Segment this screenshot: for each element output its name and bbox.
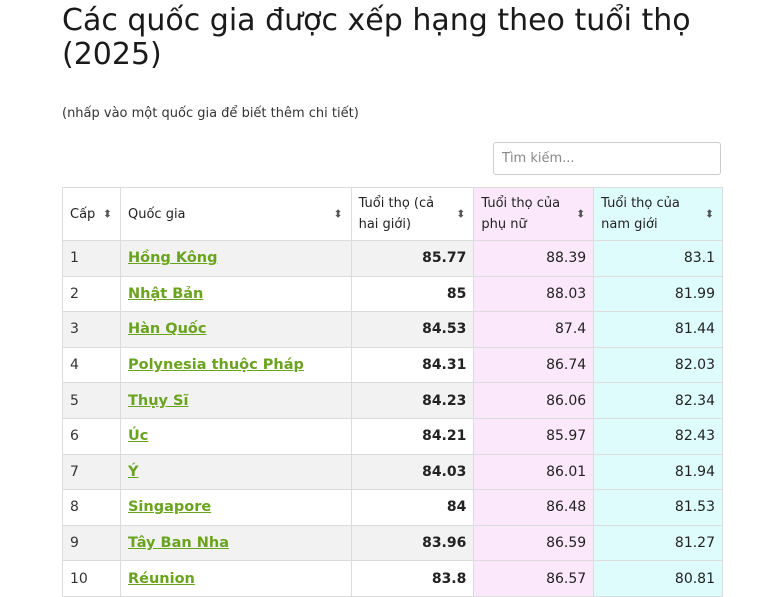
header-male[interactable]: Tuổi thọ của nam giới ⬍: [593, 187, 723, 241]
both-sexes-cell: 84.31: [350, 346, 475, 384]
country-link[interactable]: Thụy Sĩ: [128, 393, 188, 409]
country-link[interactable]: Ý: [128, 464, 139, 480]
both-sexes-cell: 84.03: [350, 453, 475, 491]
country-link[interactable]: Tây Ban Nha: [128, 535, 229, 551]
male-cell: 82.43: [593, 417, 723, 455]
male-cell: 82.34: [593, 382, 723, 419]
male-cell: 81.27: [593, 524, 723, 562]
country-cell: Tây Ban Nha: [119, 524, 352, 562]
table-row[interactable]: 4 Polynesia thuộc Pháp 84.31 86.74 82.03: [62, 346, 723, 384]
country-link[interactable]: Hồng Kông: [128, 250, 218, 266]
rank-cell: 6: [62, 417, 121, 455]
country-link[interactable]: Úc: [128, 428, 148, 444]
female-cell: 86.59: [473, 524, 595, 562]
rank-cell: 2: [62, 275, 121, 313]
sort-icon: ⬍: [333, 207, 343, 221]
header-country[interactable]: Quốc gia ⬍: [119, 187, 352, 241]
life-expectancy-table: Cấp ⬍ Quốc gia ⬍ Tuổi thọ (cả hai giới) ⬍ T…: [62, 187, 723, 597]
table-row[interactable]: 5 Thụy Sĩ 84.23 86.06 82.34: [62, 382, 723, 419]
rank-cell: 10: [62, 560, 121, 597]
both-sexes-cell: 84.21: [350, 417, 475, 455]
rank-cell: 1: [62, 240, 121, 277]
country-cell: Polynesia thuộc Pháp: [119, 346, 352, 384]
country-cell: Úc: [119, 417, 352, 455]
female-cell: 86.48: [473, 489, 595, 526]
country-cell: Hồng Kông: [119, 240, 352, 277]
rank-cell: 8: [62, 489, 121, 526]
country-cell: Nhật Bản: [119, 275, 352, 313]
country-cell: Singapore: [119, 489, 352, 526]
header-rank[interactable]: Cấp ⬍: [62, 187, 121, 241]
male-cell: 81.44: [593, 311, 723, 348]
male-cell: 81.99: [593, 275, 723, 313]
rank-cell: 7: [62, 453, 121, 491]
female-cell: 86.74: [473, 346, 595, 384]
page-title: Các quốc gia được xếp hạng theo tuổi thọ…: [62, 3, 691, 72]
table-header-row: Cấp ⬍ Quốc gia ⬍ Tuổi thọ (cả hai giới) ⬍ T…: [62, 187, 723, 241]
female-cell: 85.97: [473, 417, 595, 455]
table-row[interactable]: 7 Ý 84.03 86.01 81.94: [62, 453, 723, 491]
search-input[interactable]: [493, 142, 721, 175]
table-row[interactable]: 9 Tây Ban Nha 83.96 86.59 81.27: [62, 524, 723, 562]
both-sexes-cell: 84: [350, 489, 475, 526]
both-sexes-cell: 84.23: [350, 382, 475, 419]
male-cell: 81.53: [593, 489, 723, 526]
male-cell: 80.81: [593, 560, 723, 597]
country-link[interactable]: Réunion: [128, 571, 195, 587]
country-link[interactable]: Singapore: [128, 499, 211, 515]
country-link[interactable]: Polynesia thuộc Pháp: [128, 357, 304, 373]
female-cell: 88.03: [473, 275, 595, 313]
male-cell: 82.03: [593, 346, 723, 384]
female-cell: 86.01: [473, 453, 595, 491]
sort-icon: ⬍: [704, 207, 714, 221]
country-cell: Ý: [119, 453, 352, 491]
page-subtitle: (nhấp vào một quốc gia để biết thêm chi …: [62, 106, 359, 121]
both-sexes-cell: 83.96: [350, 524, 475, 562]
header-both-sexes[interactable]: Tuổi thọ (cả hai giới) ⬍: [350, 187, 475, 241]
female-cell: 87.4: [473, 311, 595, 348]
female-cell: 88.39: [473, 240, 595, 277]
rank-cell: 3: [62, 311, 121, 348]
table-row[interactable]: 6 Úc 84.21 85.97 82.43: [62, 417, 723, 455]
male-cell: 81.94: [593, 453, 723, 491]
sort-icon: ⬍: [456, 207, 466, 221]
rank-cell: 9: [62, 524, 121, 562]
female-cell: 86.06: [473, 382, 595, 419]
header-female[interactable]: Tuổi thọ của phụ nữ ⬍: [473, 187, 595, 241]
table-row[interactable]: 8 Singapore 84 86.48 81.53: [62, 489, 723, 526]
both-sexes-cell: 85: [350, 275, 475, 313]
both-sexes-cell: 83.8: [350, 560, 475, 597]
table-row[interactable]: 2 Nhật Bản 85 88.03 81.99: [62, 275, 723, 313]
table-row[interactable]: 3 Hàn Quốc 84.53 87.4 81.44: [62, 311, 723, 348]
rank-cell: 4: [62, 346, 121, 384]
table-row[interactable]: 10 Réunion 83.8 86.57 80.81: [62, 560, 723, 597]
female-cell: 86.57: [473, 560, 595, 597]
rank-cell: 5: [62, 382, 121, 419]
country-cell: Hàn Quốc: [119, 311, 352, 348]
both-sexes-cell: 85.77: [350, 240, 475, 277]
both-sexes-cell: 84.53: [350, 311, 475, 348]
sort-icon: ⬍: [575, 207, 586, 221]
country-cell: Réunion: [119, 560, 352, 597]
country-cell: Thụy Sĩ: [119, 382, 352, 419]
table-row[interactable]: 1 Hồng Kông 85.77 88.39 83.1: [62, 240, 723, 277]
male-cell: 83.1: [593, 240, 723, 277]
sort-icon: ⬍: [102, 207, 112, 221]
country-link[interactable]: Hàn Quốc: [128, 321, 207, 337]
country-link[interactable]: Nhật Bản: [128, 286, 203, 302]
